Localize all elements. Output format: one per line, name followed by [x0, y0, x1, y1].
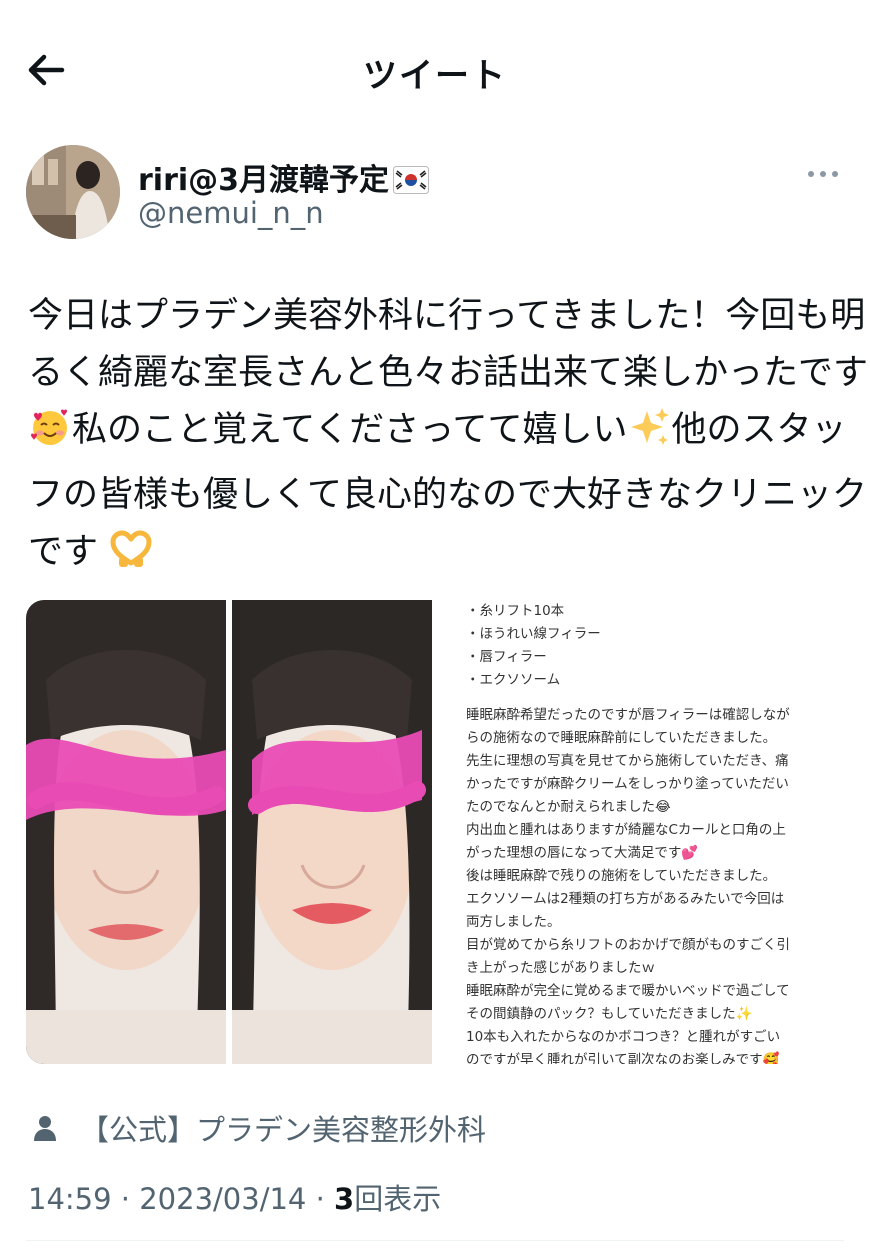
divider	[26, 1240, 844, 1241]
notes-line: 先生に理想の写真を見せてから施術していただき、痛	[466, 753, 789, 769]
notes-line: エクソソームは2種類の打ち方があるみたいで今回は	[466, 891, 785, 907]
display-name[interactable]: riri@3月渡韓予定	[138, 155, 430, 202]
tweet-text: 今日はプラデン美容外科に行ってきました！今回も明 るく綺麗な室長さんと色々お話出…	[28, 288, 869, 589]
after-photo[interactable]	[232, 600, 432, 1064]
source-label[interactable]: 【公式】プラデン美容整形外科	[32, 1108, 486, 1148]
tweet-time[interactable]: 14:59	[28, 1182, 112, 1216]
person-icon	[34, 1116, 56, 1141]
avatar[interactable]	[26, 145, 120, 239]
tweet-line: フの皆様も優しくて良心的なので大好きなクリニック	[28, 475, 867, 515]
notes-line: ・ほうれい線フィラー	[466, 626, 601, 642]
notes-spacer	[466, 692, 844, 704]
notes-line: たのでなんとか耐えられました😂	[466, 799, 671, 815]
notes-line: 睡眠麻酔が完全に覚めるまで暖かいベッドで過ごして	[466, 983, 790, 999]
notes-line: ・エクソソーム	[466, 672, 561, 688]
tweet-meta: 14:59 · 2023/03/14 · 3回表示	[28, 1176, 441, 1218]
tweet-line: るく綺麗な室長さんと色々お話出来て楽しかったです	[28, 353, 869, 393]
notes-line: がった理想の唇になって大満足です💕	[466, 845, 699, 861]
notes-line: 後は睡眠麻酔で残りの施術をしていただきました。	[466, 868, 777, 884]
header: ツイート	[0, 0, 870, 140]
page-title: ツイート	[363, 56, 507, 96]
sparkles-emoji	[627, 405, 671, 467]
notes-line: ・唇フィラー	[466, 649, 547, 665]
notes-line: ・糸リフト10本	[466, 603, 565, 619]
tweet-line: 私のこと覚えてくださってて嬉しい 他のスタッ	[28, 402, 846, 467]
notes-line: 両方しました。	[466, 914, 561, 930]
smiling-hearts-emoji	[28, 405, 72, 467]
more-button[interactable]	[800, 162, 846, 186]
notes-line: かったですが麻酔クリームをしっかり塗っていただい	[466, 776, 789, 792]
views-label: 回表示	[354, 1182, 442, 1216]
more-icon	[808, 171, 838, 177]
tweet-line: です	[28, 524, 844, 589]
notes-line: 睡眠麻酔希望だったのですが唇フィラーは確認しなが	[466, 707, 790, 723]
korea-flag-icon	[393, 166, 430, 202]
tweet-media[interactable]: ・糸リフト10本 ・ほうれい線フィラー ・唇フィラー ・エクソソーム 睡眠麻酔希…	[26, 600, 844, 1064]
notes-line: 10本も入れたからなのかボコつき？と腫れがすごい	[466, 1029, 781, 1045]
heart-hands-emoji	[109, 527, 153, 589]
user-handle[interactable]: @nemui_n_n	[138, 196, 324, 230]
notes-line: のですが早く腫れが引いて副次なのお楽しみです🥰	[466, 1052, 780, 1064]
notes-line: その間鎮静のパック？もしていただきました✨	[466, 1006, 753, 1022]
tweet-line: 今日はプラデン美容外科に行ってきました！今回も明	[28, 296, 866, 336]
treatment-notes: ・糸リフト10本 ・ほうれい線フィラー ・唇フィラー ・エクソソーム 睡眠麻酔希…	[466, 600, 844, 1064]
views-count: 3	[334, 1182, 355, 1216]
notes-line: き上がった感じがありましたｗ	[466, 960, 655, 976]
notes-line: 内出血と腫れはありますが綺麗なCカールと口角の上	[466, 822, 786, 838]
before-photo[interactable]	[26, 600, 226, 1064]
notes-line: らの施術なので睡眠麻酔前にしていただきました。	[466, 730, 777, 746]
tweet-page: ツイート riri@3月渡韓予定 @nemui_n_n 今日はプラデン美容外科に…	[0, 0, 870, 1258]
meta-separator: ·	[306, 1182, 335, 1216]
meta-separator: ·	[111, 1182, 140, 1216]
source-text: 【公式】プラデン美容整形外科	[80, 1113, 487, 1147]
tweet-date[interactable]: 2023/03/14	[139, 1182, 306, 1216]
notes-line: 目が覚めてから糸リフトのおかげで顔がものすごく引	[466, 937, 790, 953]
